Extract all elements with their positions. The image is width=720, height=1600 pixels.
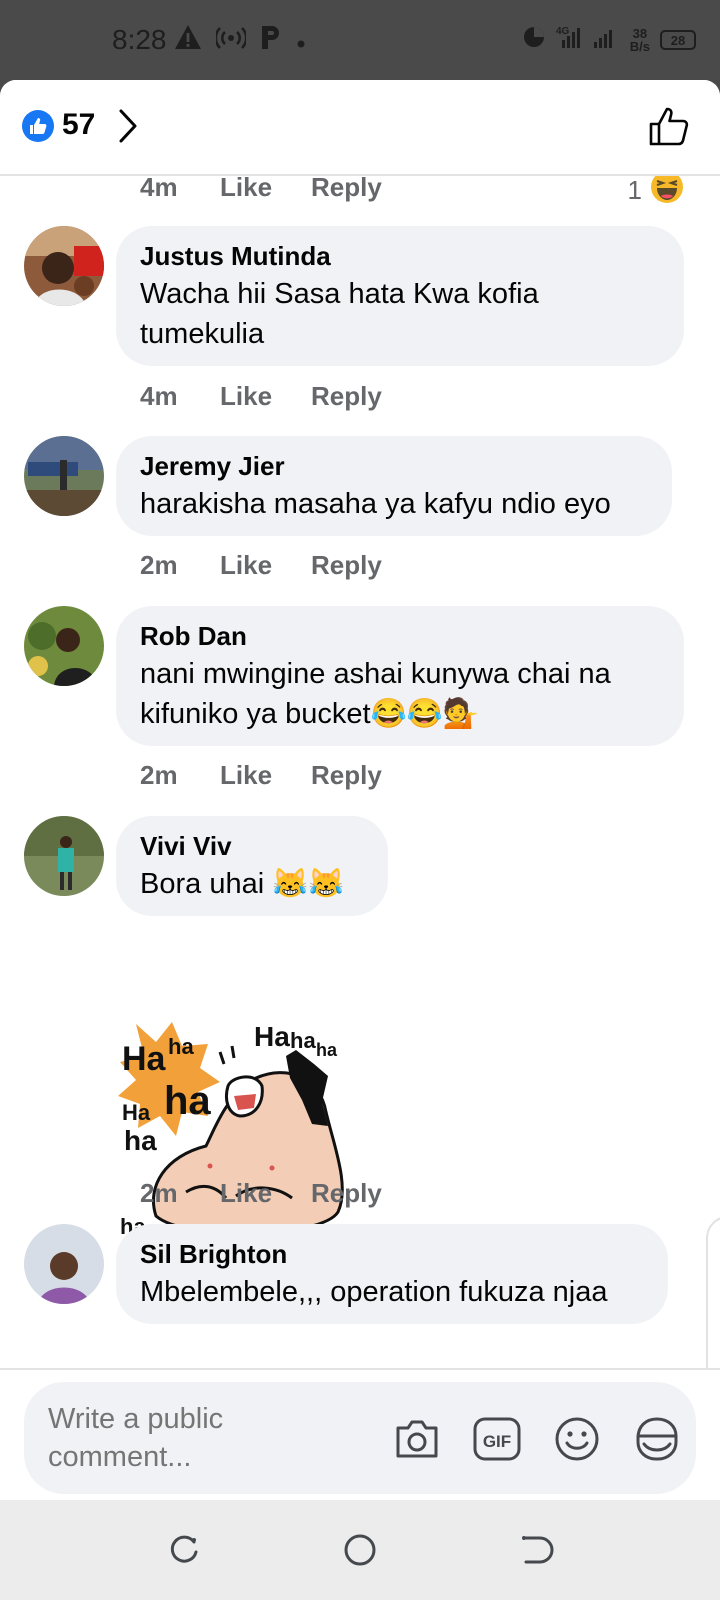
comment-author[interactable]: Vivi Viv: [140, 830, 364, 862]
comment-meta: 4m Like Reply: [140, 381, 382, 412]
svg-text:4G: 4G: [556, 26, 570, 37]
comment-text: Mbelembele,,, operation fukuza njaa: [140, 1272, 644, 1312]
avatar[interactable]: [24, 1224, 104, 1304]
sticker-word: ha: [168, 1034, 194, 1059]
comment-meta: 2m Like Reply: [140, 1178, 382, 1209]
sticker-icon[interactable]: [632, 1414, 682, 1464]
gif-icon[interactable]: GIF: [472, 1414, 522, 1464]
warning-icon: [174, 24, 202, 57]
comment-text: nani mwingine ashai kunywa chai na kifun…: [140, 654, 660, 734]
haha-emoji-icon: [650, 176, 684, 211]
status-bar: 8:28 4G 38 B/s 28: [0, 0, 720, 80]
comment-reply-button[interactable]: Reply: [311, 381, 382, 412]
sticker-word: Ha: [122, 1040, 167, 1078]
status-left-icons: [174, 24, 306, 57]
comment-text-line: kifuniko ya bucket😂😂💁: [140, 698, 479, 730]
comment-time: 2m: [140, 760, 178, 790]
comment-like-button[interactable]: Like: [220, 1178, 311, 1209]
comment-time: 4m: [140, 381, 178, 411]
sticker-word: Ha: [122, 1100, 151, 1125]
reaction-count[interactable]: 1: [628, 176, 684, 211]
comment-like-button[interactable]: Like: [220, 381, 311, 412]
like-count[interactable]: 57: [62, 108, 95, 142]
comment-bubble[interactable]: Vivi Viv Bora uhai 😹😹: [116, 816, 388, 916]
hotspot-icon: [214, 25, 248, 56]
comments-list: 4m Like Reply 1 Justus Mutinda Wacha hii…: [0, 176, 720, 1446]
thumbs-up-outline-icon[interactable]: [648, 106, 690, 153]
gif-label: GIF: [483, 1432, 511, 1451]
home-button[interactable]: [340, 1530, 380, 1570]
comment-text: Wacha hii Sasa hata Kwa kofia tumekulia: [140, 274, 660, 354]
comment-text-line: harakisha masaha ya kafyu ndio eyo: [140, 488, 611, 520]
comment-time: 2m: [140, 550, 178, 580]
comment-author[interactable]: Sil Brighton: [140, 1238, 644, 1270]
comment-text: Bora uhai 😹😹: [140, 864, 364, 904]
net-speed-unit: B/s: [629, 39, 650, 54]
comment-text: harakisha masaha ya kafyu ndio eyo: [140, 484, 648, 524]
comment-input[interactable]: [48, 1400, 288, 1480]
comment-reply-button[interactable]: Reply: [311, 1178, 382, 1209]
reaction-count-value: 1: [627, 176, 642, 205]
haha-sticker[interactable]: Ha ha ha Ha ha ha Ha ha ha: [116, 1016, 356, 1248]
comment-author[interactable]: Jeremy Jier: [140, 450, 648, 482]
comment-text-line: Wacha hii Sasa hata Kwa kofia: [140, 278, 539, 310]
comment-time: 4m: [140, 176, 178, 202]
like-badge-icon[interactable]: [22, 110, 54, 142]
sticker-word: Ha: [254, 1021, 290, 1052]
comment-reply-button[interactable]: Reply: [311, 550, 382, 581]
comment-time: 2m: [140, 1178, 178, 1208]
comment-meta: 2m Like Reply: [140, 550, 382, 581]
system-nav-bar: [0, 1500, 720, 1600]
battery-level: 28: [670, 32, 686, 48]
composer-box[interactable]: GIF: [24, 1382, 696, 1494]
comment-like-button[interactable]: Like: [220, 176, 311, 203]
comment-meta: 2m Like Reply: [140, 760, 382, 791]
avatar[interactable]: [24, 436, 104, 516]
comment-text-line: tumekulia: [140, 318, 265, 350]
sticker-word: ha: [316, 1040, 338, 1060]
comments-sheet: 57 4m Like Reply 1 Justus Mutinda Wacha …: [0, 80, 720, 1500]
comment-reply-button[interactable]: Reply: [311, 176, 382, 203]
composer-actions: GIF: [392, 1414, 682, 1464]
data-saver-icon: [522, 25, 546, 55]
signal-icon: 4G: [556, 24, 620, 56]
battery-icon: 28: [660, 30, 696, 50]
comment-bubble[interactable]: Jeremy Jier harakisha masaha ya kafyu nd…: [116, 436, 672, 536]
back-button[interactable]: [516, 1530, 556, 1570]
avatar[interactable]: [24, 606, 104, 686]
status-right-icons: 4G 38 B/s 28: [522, 24, 696, 56]
emoji-icon[interactable]: [552, 1414, 602, 1464]
dot-icon: [296, 25, 306, 56]
comment-text-line: Mbelembele,,, operation fukuza njaa: [140, 1276, 608, 1308]
comment-like-button[interactable]: Like: [220, 550, 311, 581]
comment-author[interactable]: Rob Dan: [140, 620, 660, 652]
comment-author[interactable]: Justus Mutinda: [140, 240, 660, 272]
comment-meta: 4m Like Reply: [140, 176, 382, 203]
comment-bubble[interactable]: Rob Dan nani mwingine ashai kunywa chai …: [116, 606, 684, 746]
sticker-word: ha: [164, 1079, 211, 1123]
camera-icon[interactable]: [392, 1414, 442, 1464]
recent-apps-button[interactable]: [164, 1530, 204, 1570]
avatar[interactable]: [24, 816, 104, 896]
avatar[interactable]: [24, 226, 104, 306]
comment-bubble[interactable]: Sil Brighton Mbelembele,,, operation fuk…: [116, 1224, 668, 1324]
sticker-word: ha: [290, 1028, 316, 1053]
chevron-right-icon[interactable]: [118, 108, 138, 149]
comment-reply-button[interactable]: Reply: [311, 760, 382, 791]
comment-text-line: nani mwingine ashai kunywa chai na: [140, 658, 611, 690]
comment-composer: GIF: [0, 1368, 720, 1500]
sticker-word: ha: [124, 1125, 157, 1156]
comment-text-line: Bora uhai 😹😹: [140, 868, 345, 900]
net-speed: 38 B/s: [630, 27, 650, 53]
comment-bubble[interactable]: Justus Mutinda Wacha hii Sasa hata Kwa k…: [116, 226, 684, 366]
comment-like-button[interactable]: Like: [220, 760, 311, 791]
reactions-header: 57: [0, 80, 720, 176]
parking-app-icon: [260, 24, 282, 57]
status-time: 8:28: [112, 24, 167, 55]
